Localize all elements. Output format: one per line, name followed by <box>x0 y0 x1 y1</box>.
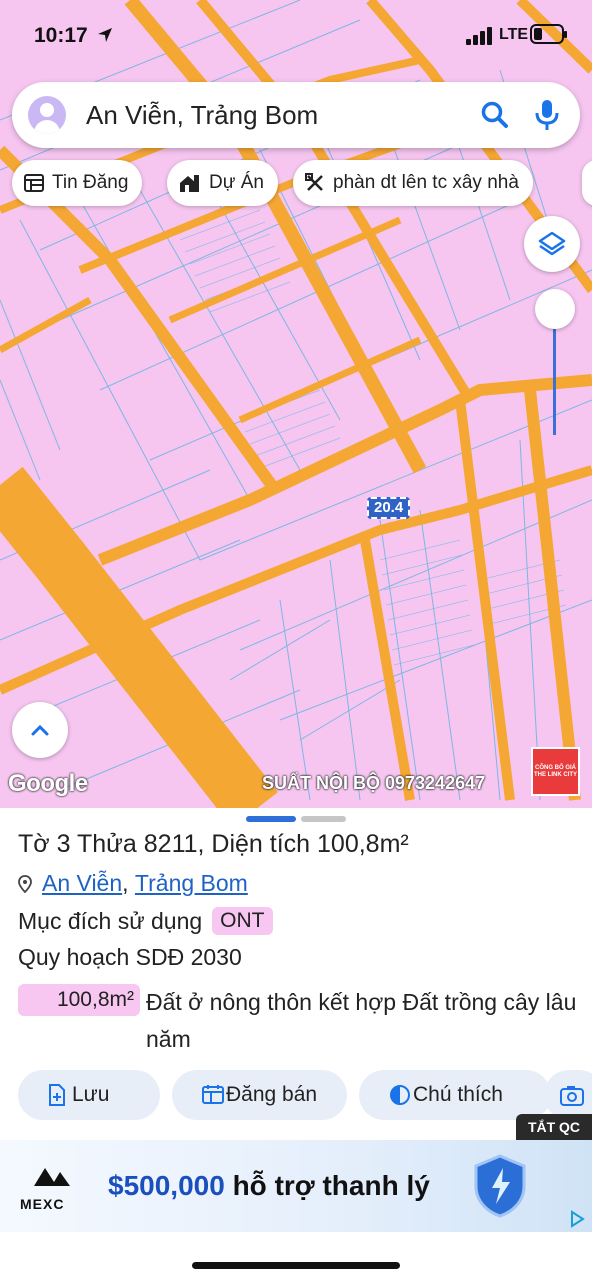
project-icon <box>180 175 199 192</box>
network-type: LTE <box>499 26 529 43</box>
post-sale-label: Đăng bán <box>226 1083 318 1106</box>
google-attribution: Google <box>8 770 88 797</box>
legend-button[interactable]: Chú thích <box>359 1070 551 1120</box>
filter-chips: Tin Đăng Dự Án phàn dt lên tc xây nhà <box>12 160 592 206</box>
ad-amount: $500,000 <box>108 1170 225 1201</box>
ad-banner[interactable]: MEXC $500,000 hỗ trợ thanh lý <box>0 1140 592 1232</box>
opacity-slider-track[interactable] <box>553 329 556 435</box>
mexc-logo-icon <box>34 1168 70 1186</box>
parcel-title: Tờ 3 Thửa 8211, Diện tích 100,8m² <box>18 830 409 858</box>
ward-link[interactable]: An Viễn <box>42 870 122 897</box>
chevron-up-icon <box>31 724 49 736</box>
chip-projects[interactable]: Dự Án <box>167 160 278 206</box>
post-sale-button[interactable]: Đăng bán <box>172 1070 347 1120</box>
adchoices-icon[interactable] <box>568 1210 586 1228</box>
chip-listings[interactable]: Tin Đăng <box>12 160 143 206</box>
location-arrow-icon <box>98 28 112 42</box>
save-label: Lưu <box>72 1083 110 1106</box>
purpose-code-badge: ONT <box>212 907 273 935</box>
parcel-marker[interactable]: 20.4 <box>367 497 411 519</box>
legend-label: Chú thích <box>413 1083 503 1106</box>
signal-icon <box>466 27 492 45</box>
legend-icon <box>390 1085 410 1105</box>
land-use-description: Đất ở nông thôn kết hợp Đất trồng cây lâ… <box>146 989 577 1052</box>
status-bar: 10:17 LTE <box>0 0 592 64</box>
listing-icon <box>24 174 44 192</box>
search-bar[interactable]: An Viễn, Trảng Bom <box>12 82 580 148</box>
avatar[interactable] <box>28 96 66 134</box>
chip-label: phàn dt lên tc xây nhà <box>333 172 519 193</box>
layers-button[interactable] <box>524 216 580 272</box>
district-link[interactable]: Trảng Bom <box>135 870 248 897</box>
chip-label: Tin Đăng <box>52 172 129 193</box>
post-sale-icon <box>202 1085 224 1104</box>
photo-button[interactable] <box>544 1070 592 1120</box>
clock: 10:17 <box>34 24 88 47</box>
sheet-handle[interactable] <box>246 816 346 822</box>
close-ad-button[interactable]: TẮT QC <box>516 1114 592 1140</box>
ad-headline-text: hỗ trợ thanh lý <box>224 1170 430 1201</box>
ad-brand: MEXC <box>20 1196 65 1212</box>
land-purpose: Mục đích sử dụng ONT <box>18 907 273 935</box>
purpose-label: Mục đích sử dụng <box>18 907 203 934</box>
chip-label: Dự Án <box>209 172 264 193</box>
layers-icon <box>538 231 566 256</box>
plan-label: Quy hoạch SDĐ 2030 <box>18 944 242 970</box>
parcel-address: An Viễn , Trảng Bom <box>18 870 248 897</box>
chip-measure[interactable]: phàn dt lên tc xây nhà <box>293 160 533 206</box>
shield-icon <box>474 1154 526 1218</box>
promo-badge[interactable]: CÔNG BỐ GIÁ THE LINK CITY <box>531 747 580 796</box>
watermark-text: SUẤT NỘI BỘ 0973242647 <box>262 773 486 793</box>
measure-icon <box>305 173 323 191</box>
expand-button[interactable] <box>12 702 68 758</box>
mic-icon[interactable] <box>534 98 560 132</box>
save-icon <box>49 1084 65 1106</box>
action-buttons: Lưu Đăng bán Chú thích <box>18 1070 592 1120</box>
location-pin-icon <box>18 874 32 893</box>
battery-icon <box>530 24 567 44</box>
chip-more[interactable] <box>582 160 592 206</box>
opacity-slider-handle[interactable] <box>535 289 575 329</box>
ad-headline: $500,000 hỗ trợ thanh lý <box>108 1170 430 1202</box>
search-query[interactable]: An Viễn, Trảng Bom <box>86 100 318 131</box>
search-icon[interactable] <box>480 100 510 130</box>
save-button[interactable]: Lưu <box>18 1070 160 1120</box>
home-indicator <box>192 1262 400 1269</box>
promo-badge-text: CÔNG BỐ GIÁ THE LINK CITY <box>534 764 577 778</box>
camera-icon <box>560 1086 584 1106</box>
area-badge: 100,8m² <box>18 984 140 1016</box>
